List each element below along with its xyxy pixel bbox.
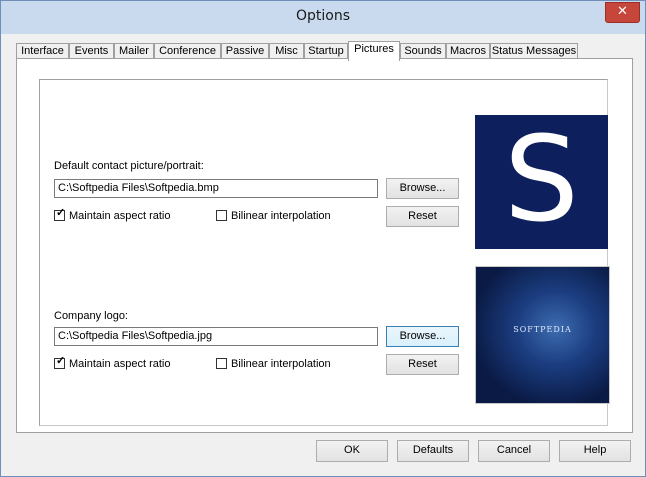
pictures-group: Default contact picture/portrait: C:\Sof… xyxy=(39,79,610,426)
logo-reset-button[interactable]: Reset xyxy=(386,354,459,375)
help-button[interactable]: Help xyxy=(559,440,631,462)
company-logo-label: Company logo: xyxy=(54,310,128,322)
tab-startup[interactable]: Startup xyxy=(304,43,348,59)
tab-events[interactable]: Events xyxy=(69,43,114,59)
tab-status-messages[interactable]: Status Messages xyxy=(490,43,578,59)
company-logo-path-field[interactable]: C:\Softpedia Files\Softpedia.jpg xyxy=(54,327,378,346)
checkbox-box xyxy=(216,210,227,221)
tab-mailer[interactable]: Mailer xyxy=(114,43,154,59)
contact-bilinear-checkbox[interactable]: Bilinear interpolation xyxy=(216,210,331,223)
close-button[interactable]: ✕ xyxy=(605,2,640,23)
dialog-client: Interface Events Mailer Conference Passi… xyxy=(8,34,639,468)
contact-picture-label: Default contact picture/portrait: xyxy=(54,160,204,172)
cancel-button[interactable]: Cancel xyxy=(478,440,550,462)
logo-aspect-label: Maintain aspect ratio xyxy=(69,358,171,370)
defaults-button[interactable]: Defaults xyxy=(397,440,469,462)
company-logo-preview: SOFTPEDIA xyxy=(475,266,610,404)
ok-button[interactable]: OK xyxy=(316,440,388,462)
options-dialog: Options ✕ Interface Events Mailer Confer… xyxy=(0,0,646,477)
tab-sounds[interactable]: Sounds xyxy=(400,43,446,59)
tab-conference[interactable]: Conference xyxy=(154,43,221,59)
contact-browse-button[interactable]: Browse... xyxy=(386,178,459,199)
logo-browse-button[interactable]: Browse... xyxy=(386,326,459,347)
window-title: Options xyxy=(295,8,351,24)
pictures-panel: Default contact picture/portrait: C:\Sof… xyxy=(16,58,633,433)
contact-aspect-ratio-checkbox[interactable]: ✓ Maintain aspect ratio xyxy=(54,207,171,223)
tab-pictures[interactable]: Pictures xyxy=(348,41,400,61)
close-icon: ✕ xyxy=(617,4,628,19)
tab-misc[interactable]: Misc xyxy=(269,43,304,59)
checkmark-icon: ✓ xyxy=(56,355,66,367)
contact-bilinear-label: Bilinear interpolation xyxy=(231,210,331,222)
checkbox-box xyxy=(216,358,227,369)
logo-preview-text: SOFTPEDIA xyxy=(513,325,572,334)
logo-bilinear-label: Bilinear interpolation xyxy=(231,358,331,370)
logo-aspect-ratio-checkbox[interactable]: ✓ Maintain aspect ratio xyxy=(54,355,171,371)
tab-interface[interactable]: Interface xyxy=(16,43,69,59)
checkbox-box: ✓ xyxy=(54,355,66,369)
preview-letter: S xyxy=(504,115,579,248)
checkmark-icon: ✓ xyxy=(56,207,66,219)
contact-picture-path-field[interactable]: C:\Softpedia Files\Softpedia.bmp xyxy=(54,179,378,198)
contact-reset-button[interactable]: Reset xyxy=(386,206,459,227)
checkbox-box: ✓ xyxy=(54,207,66,221)
logo-bilinear-checkbox[interactable]: Bilinear interpolation xyxy=(216,358,331,371)
tab-passive[interactable]: Passive xyxy=(221,43,269,59)
title-bar[interactable]: Options ✕ xyxy=(1,1,645,34)
contact-picture-preview: S xyxy=(475,115,608,249)
contact-aspect-label: Maintain aspect ratio xyxy=(69,210,171,222)
tab-macros[interactable]: Macros xyxy=(446,43,490,59)
